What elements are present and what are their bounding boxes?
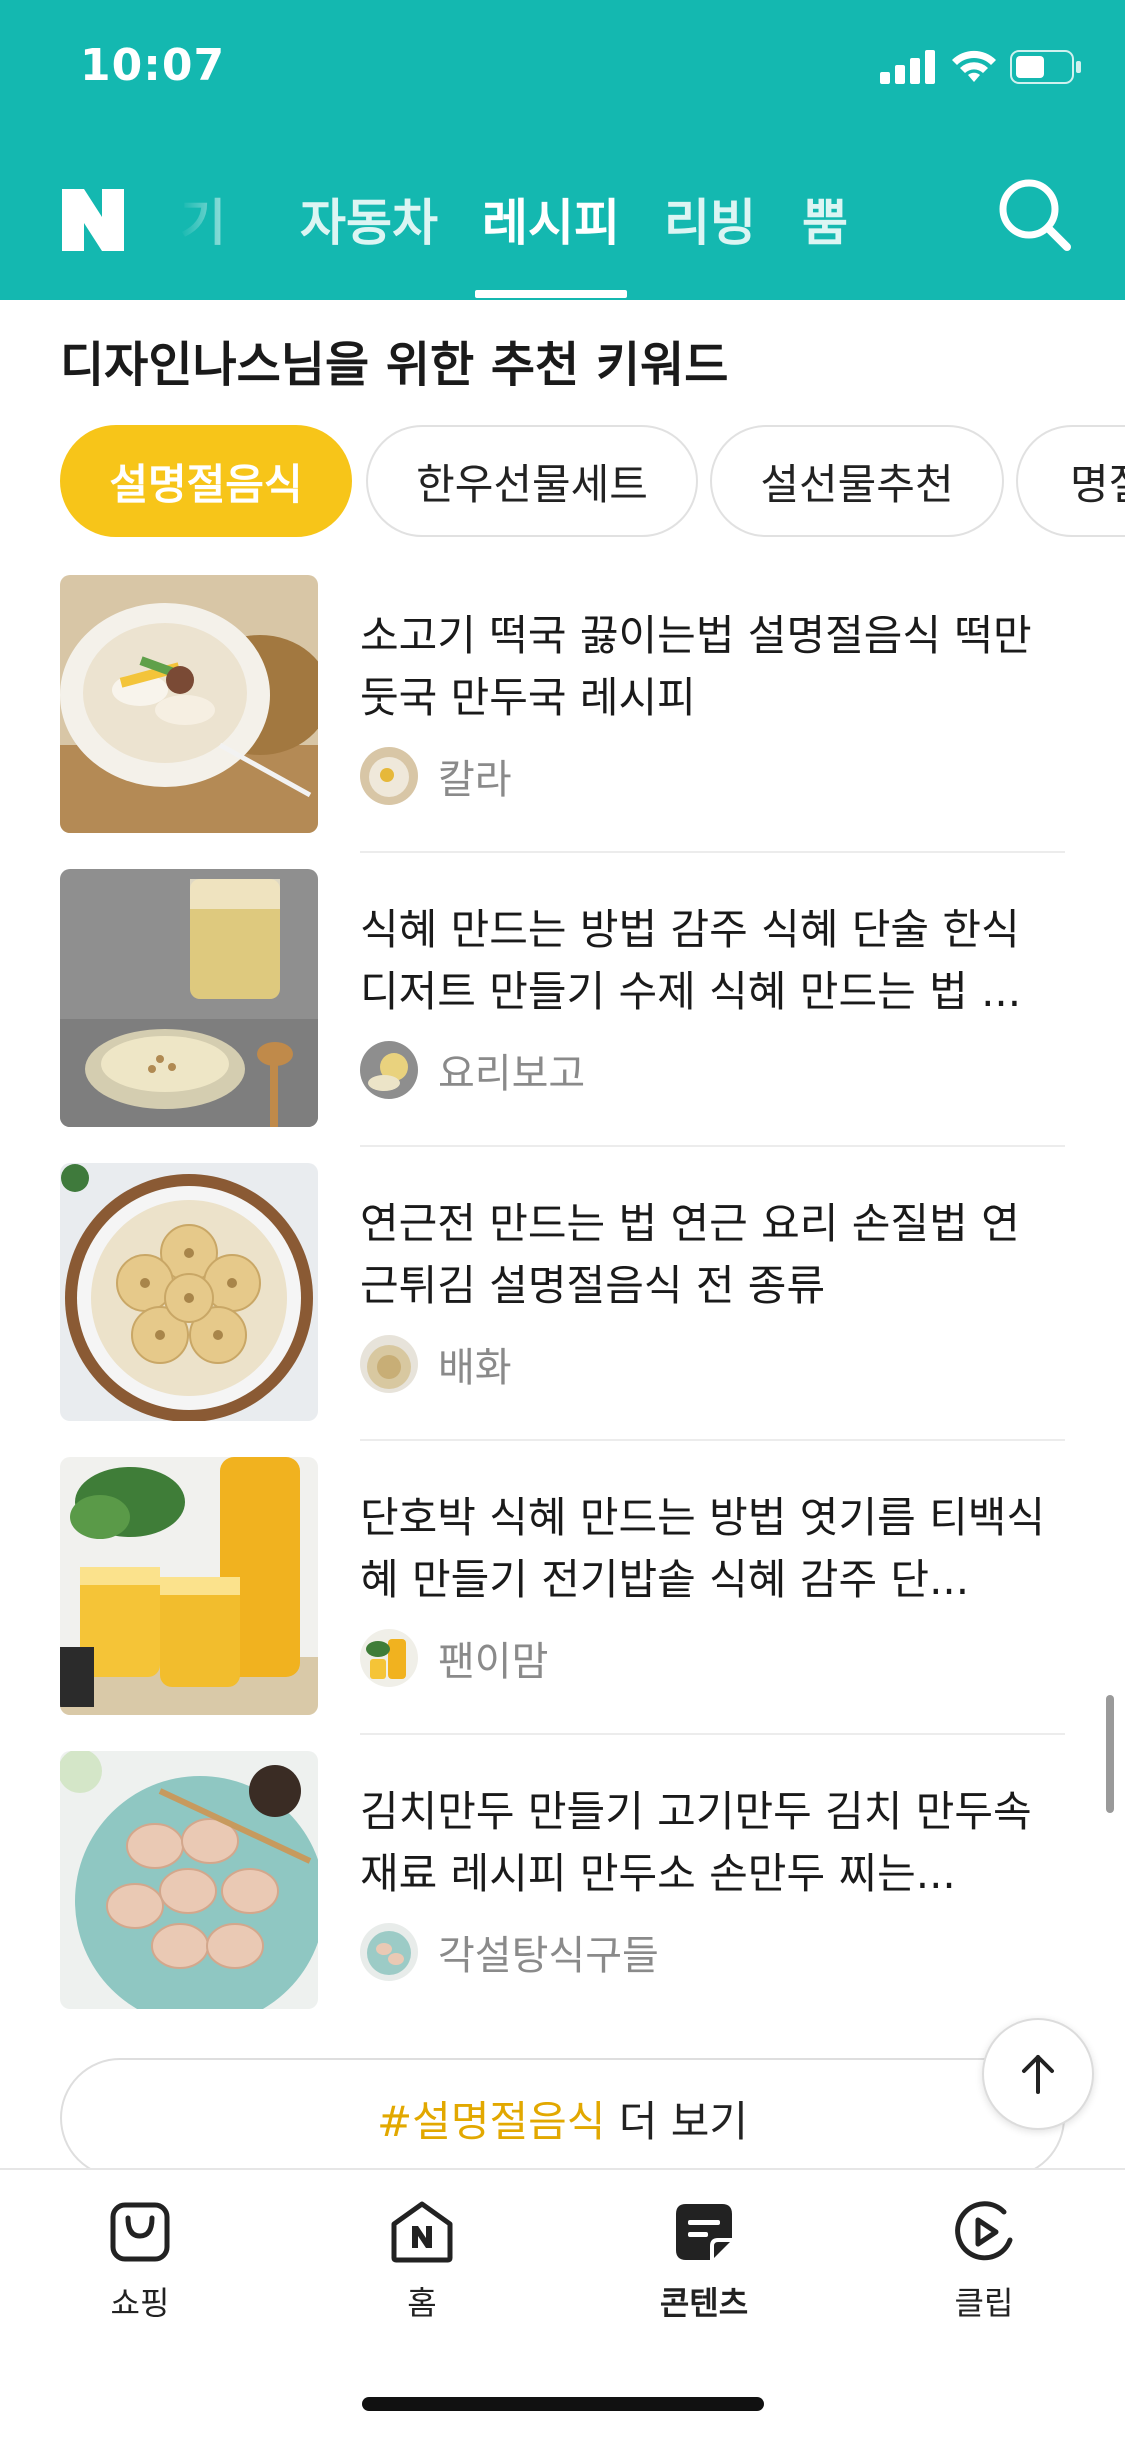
nav-label: 콘텐츠 (659, 2284, 749, 2322)
divider (360, 1733, 1065, 1735)
author-name: 칼라 (438, 757, 512, 803)
status-time: 10:07 (80, 40, 226, 91)
article-title[interactable]: 김치만두 만들기 고기만두 김치 만두속 재료 레시피 만두소 손만두 찌는..… (360, 1781, 1050, 1905)
article-thumbnail (60, 1457, 318, 1715)
article-thumbnail (60, 1163, 318, 1421)
tab-car[interactable]: 자동차 (300, 183, 438, 255)
contents-icon (676, 2204, 732, 2260)
divider (360, 1439, 1065, 1441)
tab-recipe[interactable]: 레시피 (482, 183, 620, 255)
cellular-signal-icon (880, 50, 935, 84)
divider (360, 1145, 1065, 1147)
active-tab-indicator (475, 290, 627, 298)
list-item[interactable]: 김치만두 만들기 고기만두 김치 만두속 재료 레시피 만두소 손만두 찌는..… (0, 1751, 1125, 2045)
keyword-chip[interactable]: 명절 (1016, 425, 1125, 537)
list-item[interactable]: 식혜 만드는 방법 감주 식혜 단술 한식디저트 만들기 수제 식혜 만드는 법… (0, 869, 1125, 1163)
article-title[interactable]: 연근전 만드는 법 연근 요리 손질법 연근튀김 설명절음식 전 종류 (360, 1193, 1050, 1317)
article-thumbnail (60, 575, 318, 833)
more-keyword-button[interactable]: #설명절음식 더 보기 (60, 2058, 1065, 2178)
article-title[interactable]: 식혜 만드는 방법 감주 식혜 단술 한식디저트 만들기 수제 식혜 만드는 법… (360, 899, 1050, 1023)
category-tabs: 기 자동차 레시피 리빙 뿜 (180, 165, 1040, 285)
author-name: 배화 (438, 1345, 512, 1391)
tab-ppum[interactable]: 뿜 (802, 183, 848, 255)
nav-clip[interactable]: 클립 (884, 2200, 1084, 2324)
list-item[interactable]: 소고기 떡국 끓이는법 설명절음식 떡만둣국 만두국 레시피 칼라 (0, 575, 1125, 869)
nav-label: 홈 (407, 2284, 437, 2322)
keyword-section-title: 디자인나스님을 위한 추천 키워드 (60, 337, 729, 393)
clip-icon (955, 2201, 1013, 2261)
keyword-chip[interactable]: 설선물추천 (710, 425, 1004, 537)
article-title[interactable]: 단호박 식혜 만드는 방법 엿기름 티백식혜 만들기 전기밥솥 식혜 감주 단.… (360, 1487, 1050, 1611)
author-avatar (360, 1335, 418, 1393)
keyword-chips: 설명절음식 한우선물세트 설선물추천 명절 (0, 425, 1125, 540)
article-author[interactable]: 각설탕식구들 (360, 1921, 659, 1983)
author-name: 각설탕식구들 (438, 1933, 659, 1979)
divider (360, 851, 1065, 853)
article-title[interactable]: 소고기 떡국 끓이는법 설명절음식 떡만둣국 만두국 레시피 (360, 605, 1050, 729)
home-icon (391, 2201, 453, 2263)
author-avatar (360, 1041, 418, 1099)
nav-label: 쇼핑 (110, 2284, 170, 2322)
article-author[interactable]: 요리보고 (360, 1039, 585, 1101)
scroll-to-top-button[interactable] (982, 2018, 1094, 2130)
home-indicator (362, 2397, 764, 2411)
nav-home[interactable]: 홈 (322, 2200, 522, 2324)
search-icon[interactable] (995, 175, 1075, 255)
author-avatar (360, 1629, 418, 1687)
battery-icon (1010, 50, 1081, 84)
list-item[interactable]: 단호박 식혜 만드는 방법 엿기름 티백식혜 만들기 전기밥솥 식혜 감주 단.… (0, 1457, 1125, 1751)
keyword-chip[interactable]: 설명절음식 (60, 425, 352, 537)
author-name: 팬이맘 (438, 1639, 549, 1685)
article-author[interactable]: 팬이맘 (360, 1627, 548, 1689)
article-author[interactable]: 배화 (360, 1333, 512, 1395)
arrow-up-icon (1022, 2055, 1054, 2094)
author-avatar (360, 747, 418, 805)
nav-shopping[interactable]: 쇼핑 (40, 2200, 240, 2324)
article-author[interactable]: 칼라 (360, 745, 512, 807)
list-item[interactable]: 연근전 만드는 법 연근 요리 손질법 연근튀김 설명절음식 전 종류 배화 (0, 1163, 1125, 1457)
article-thumbnail (60, 1751, 318, 2009)
shopping-bag-icon (110, 2202, 170, 2262)
status-bar: 10:07 (0, 0, 1125, 140)
more-hashtag: #설명절음식 (376, 2096, 606, 2146)
author-avatar (360, 1923, 418, 1981)
tab-living[interactable]: 리빙 (664, 183, 756, 255)
naver-logo[interactable] (58, 185, 128, 255)
nav-label: 클립 (954, 2284, 1014, 2322)
nav-contents[interactable]: 콘텐츠 (604, 2200, 804, 2324)
keyword-chip[interactable]: 한우선물세트 (366, 425, 698, 537)
more-label: 더 보기 (605, 2096, 749, 2146)
app-header: 10:07 기 자동차 레시피 리빙 뿜 (0, 0, 1125, 300)
scrollbar[interactable] (1106, 1695, 1114, 1813)
tab-fade (180, 165, 250, 285)
wifi-icon (952, 50, 996, 82)
author-name: 요리보고 (438, 1051, 586, 1097)
article-thumbnail (60, 869, 318, 1127)
